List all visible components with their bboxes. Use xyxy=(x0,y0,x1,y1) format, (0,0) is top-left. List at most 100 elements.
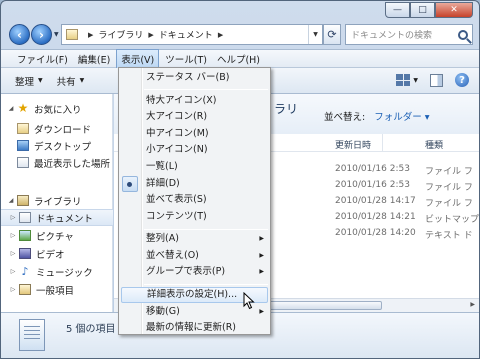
submenu-arrow-icon: ▶ xyxy=(259,268,264,275)
menu-help[interactable]: ヘルプ(H) xyxy=(213,50,264,68)
chevron-right-icon[interactable]: ▶ xyxy=(218,31,223,39)
submenu-arrow-icon: ▶ xyxy=(259,252,264,259)
nav-pictures[interactable]: ▷ ピクチャ xyxy=(1,227,113,244)
nav-general[interactable]: ▷ 一般項目 xyxy=(1,281,113,298)
downloads-folder-icon xyxy=(17,123,29,134)
menu-small-icons[interactable]: 小アイコン(N) xyxy=(119,142,270,158)
nav-videos[interactable]: ▷ ビデオ xyxy=(1,245,113,262)
preview-pane-icon[interactable] xyxy=(430,73,443,87)
submenu-arrow-icon: ▶ xyxy=(259,308,264,315)
collapse-caret-icon[interactable]: ▷ xyxy=(9,268,17,275)
maximize-button[interactable]: □ xyxy=(410,2,435,18)
nav-label: デスクトップ xyxy=(34,141,92,153)
refresh-button[interactable]: ⟳ xyxy=(323,24,341,45)
nav-label: お気に入り xyxy=(34,104,82,116)
nav-label: ドキュメント xyxy=(36,213,94,225)
collapse-caret-icon[interactable]: ▷ xyxy=(9,286,17,293)
menu-edit[interactable]: 編集(E) xyxy=(74,50,114,68)
column-date-modified[interactable]: 更新日時 xyxy=(335,134,384,152)
menu-status-bar[interactable]: ステータス バー(B) xyxy=(119,70,270,86)
caption-buttons: — □ ✕ xyxy=(385,2,473,18)
documents-icon xyxy=(19,212,31,223)
expand-caret-icon[interactable]: ◢ xyxy=(7,105,15,112)
nav-libraries[interactable]: ◢ ライブラリ xyxy=(1,192,113,209)
back-button[interactable]: ‹ xyxy=(9,24,30,45)
share-label: 共有 xyxy=(56,76,76,88)
library-icon xyxy=(17,195,29,206)
recent-pages-dropdown[interactable]: ▼ xyxy=(54,31,59,38)
address-bar[interactable]: ▶ ライブラリ ▶ ドキュメント ▶ ▼ xyxy=(61,24,323,45)
submenu-arrow-icon: ▶ xyxy=(259,235,264,242)
file-date: 2010/01/16 2:53 xyxy=(335,164,410,174)
star-icon: ★ xyxy=(17,101,29,115)
explorer-window: — □ ✕ ‹ › ▼ ▶ ライブラリ ▶ ドキュメント ▶ ▼ ⟳ ドキュメン… xyxy=(0,0,480,359)
close-button[interactable]: ✕ xyxy=(435,2,473,18)
menu-sort-by[interactable]: 整列(A) ▶ xyxy=(119,231,270,247)
scroll-right-icon[interactable]: ▶ xyxy=(470,301,475,308)
nav-label: ビデオ xyxy=(36,249,65,261)
share-button[interactable]: 共有 ▼ xyxy=(57,74,85,88)
address-dropdown-button[interactable]: ▼ xyxy=(308,25,322,44)
nav-documents[interactable]: ▷ ドキュメント xyxy=(1,209,113,226)
library-title: ラリ xyxy=(274,102,299,116)
menu-medium-icons[interactable]: 中アイコン(M) xyxy=(119,126,270,142)
nav-recent-places[interactable]: 最近表示した場所 xyxy=(1,154,113,171)
breadcrumb-documents[interactable]: ドキュメント xyxy=(159,28,213,41)
collapse-caret-icon[interactable]: ▷ xyxy=(9,232,17,239)
desktop-icon xyxy=(17,140,29,151)
file-date: 2010/01/28 14:20 xyxy=(335,228,416,238)
menu-content[interactable]: コンテンツ(T) xyxy=(119,209,270,225)
breadcrumb-libraries[interactable]: ライブラリ xyxy=(98,28,143,41)
nav-desktop[interactable]: デスクトップ xyxy=(1,137,113,154)
menu-tiles[interactable]: 並べて表示(S) xyxy=(119,192,270,208)
music-note-icon: ♪ xyxy=(21,265,29,278)
nav-label: ライブラリ xyxy=(34,196,82,208)
file-date: 2010/01/28 14:21 xyxy=(335,212,416,222)
help-icon[interactable]: ? xyxy=(455,73,469,87)
chevron-down-icon[interactable]: ▼ xyxy=(413,77,418,84)
menu-large-icons[interactable]: 大アイコン(R) xyxy=(119,109,270,125)
collapse-caret-icon[interactable]: ▷ xyxy=(9,250,17,257)
pictures-icon xyxy=(19,230,31,241)
chevron-down-icon: ▼ xyxy=(38,77,43,84)
nav-label: ミュージック xyxy=(36,267,93,279)
menu-label: 移動(G) xyxy=(146,306,180,317)
menu-refresh[interactable]: 最新の情報に更新(R) xyxy=(119,320,270,336)
expand-caret-icon[interactable]: ◢ xyxy=(7,197,15,204)
organize-button[interactable]: 整理 ▼ xyxy=(15,74,43,88)
folder-icon xyxy=(19,284,31,295)
nav-label: 最近表示した場所 xyxy=(34,158,111,170)
menu-extra-large-icons[interactable]: 特大アイコン(X) xyxy=(119,93,270,109)
menu-group-by[interactable]: グループで表示(P) ▶ xyxy=(119,264,270,280)
nav-music[interactable]: ▷ ♪ ミュージック xyxy=(1,263,113,280)
item-count: 5 個の項目 xyxy=(66,324,116,335)
nav-favorites[interactable]: ◢ ★ お気に入り xyxy=(1,100,113,117)
change-view-icon[interactable] xyxy=(396,74,411,86)
chevron-right-icon[interactable]: ▶ xyxy=(88,31,93,39)
chevron-down-icon: ▼ xyxy=(79,77,85,84)
minimize-button[interactable]: — xyxy=(385,2,410,18)
chevron-right-icon[interactable]: ▶ xyxy=(148,31,153,39)
menu-label: 整列(A) xyxy=(146,233,179,244)
address-row: ‹ › ▼ ▶ ライブラリ ▶ ドキュメント ▶ ▼ ⟳ ドキュメントの検索 xyxy=(1,21,479,49)
videos-icon xyxy=(19,248,31,259)
menu-arrange-by[interactable]: 並べ替え(O) ▶ xyxy=(119,248,270,264)
menu-file[interactable]: ファイル(F) xyxy=(13,50,72,68)
menu-separator xyxy=(144,89,268,90)
mouse-cursor-icon xyxy=(243,292,255,310)
nav-label: ピクチャ xyxy=(36,231,74,243)
search-icon[interactable] xyxy=(458,29,468,40)
menu-details[interactable]: 詳細(D) xyxy=(119,176,270,192)
arrange-dropdown[interactable]: フォルダー ▾ xyxy=(374,112,429,123)
menu-label: グループで表示(P) xyxy=(146,266,226,277)
forward-button[interactable]: › xyxy=(31,24,52,45)
column-type[interactable]: 種類 xyxy=(425,138,443,151)
collapse-caret-icon[interactable]: ▷ xyxy=(9,214,17,221)
search-input[interactable]: ドキュメントの検索 xyxy=(345,24,473,45)
menu-details-row[interactable]: 詳細(D) xyxy=(119,176,270,192)
nav-label: ダウンロード xyxy=(34,124,92,136)
menu-view[interactable]: 表示(V) xyxy=(116,48,160,69)
menu-tools[interactable]: ツール(T) xyxy=(161,50,211,68)
nav-downloads[interactable]: ダウンロード xyxy=(1,120,113,137)
menu-list[interactable]: 一覧(L) xyxy=(119,159,270,175)
